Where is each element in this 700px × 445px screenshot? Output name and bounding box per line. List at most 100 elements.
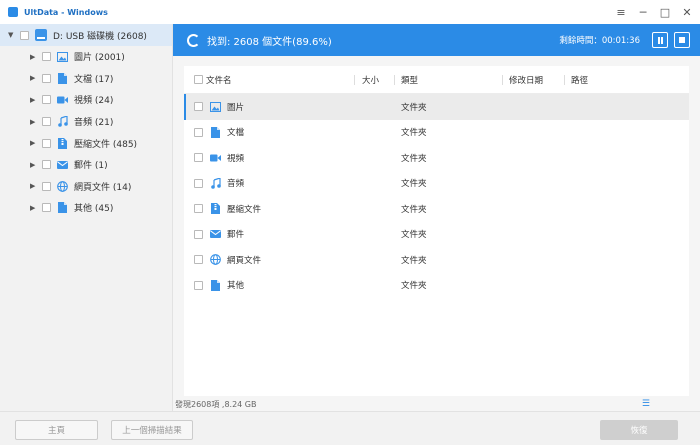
chevron-right-icon[interactable]: ▶ <box>30 74 40 82</box>
row-checkbox[interactable] <box>194 178 203 188</box>
previous-scan-button[interactable]: 上一個掃描結果 <box>111 420 193 440</box>
row-type: 文件夾 <box>401 128 427 139</box>
col-date[interactable]: 修改日期 <box>509 74 543 86</box>
sidebar-item[interactable]: ▶ 郵件 (1) <box>0 154 172 176</box>
video-icon <box>210 152 221 163</box>
root-checkbox[interactable] <box>20 30 29 40</box>
chevron-right-icon[interactable]: ▶ <box>30 139 40 147</box>
pause-button[interactable] <box>652 32 668 48</box>
image-icon <box>57 51 68 62</box>
row-type: 文件夾 <box>401 281 427 292</box>
sidebar-item[interactable]: ▶ 視頻 (24) <box>0 89 172 111</box>
row-type: 文件夾 <box>401 153 427 164</box>
app-logo <box>8 7 18 17</box>
archive-icon <box>210 203 221 215</box>
row-name: 郵件 <box>227 230 245 241</box>
close-icon[interactable]: ✕ <box>678 3 696 21</box>
sidebar-item[interactable]: ▶ 文檔 (17) <box>0 68 172 90</box>
item-checkbox[interactable] <box>42 117 51 127</box>
table-row[interactable]: 音頻 文件夾 <box>184 171 689 197</box>
menu-icon[interactable]: ≡ <box>612 3 630 21</box>
other-file-icon <box>57 202 68 214</box>
usb-drive-icon <box>35 29 47 41</box>
row-type: 文件夾 <box>401 102 427 113</box>
found-count: 找到: 2608 個文件(89.6%) <box>207 36 332 48</box>
row-name: 文檔 <box>227 128 245 139</box>
sidebar-item[interactable]: ▶ 其他 (45) <box>0 197 172 219</box>
recover-button[interactable]: 恢復 <box>600 420 678 440</box>
stop-button[interactable] <box>674 32 690 48</box>
row-name: 視頻 <box>227 153 245 164</box>
row-checkbox[interactable] <box>194 229 203 239</box>
sidebar-item[interactable]: ▶ 壓縮文件 (485) <box>0 132 172 154</box>
chevron-down-icon[interactable]: ▼ <box>8 31 18 39</box>
remaining-time: 剩餘時間：00:01:36 <box>559 36 640 46</box>
table-row[interactable]: 圖片 文件夾 <box>184 94 689 120</box>
row-name: 圖片 <box>227 102 245 113</box>
row-checkbox[interactable] <box>194 255 203 265</box>
row-name: 音頻 <box>227 179 245 190</box>
item-checkbox[interactable] <box>42 52 51 62</box>
table-row[interactable]: 視頻 文件夾 <box>184 145 689 171</box>
file-rows: 圖片 文件夾 文檔 文件夾 視頻 文件夾 音頻 文件夾 壓縮文件 文件夾 郵件 文件夾 網頁文件 文件夾其… <box>184 94 689 298</box>
table-row[interactable]: 壓縮文件 文件夾 <box>184 196 689 222</box>
mail-icon <box>57 159 68 170</box>
music-icon <box>57 116 68 127</box>
window-title: UltData - Windows <box>24 7 108 17</box>
item-checkbox[interactable] <box>42 181 51 191</box>
chevron-right-icon[interactable]: ▶ <box>30 118 40 126</box>
window-controls: ≡ ─ □ ✕ <box>612 0 696 24</box>
chevron-right-icon[interactable]: ▶ <box>30 204 40 212</box>
row-name: 壓縮文件 <box>227 204 262 215</box>
sidebar-item[interactable]: ▶ 網頁文件 (14) <box>0 176 172 198</box>
status-text: 發現2608項 ,8.24 GB <box>175 399 257 409</box>
table-row[interactable]: 文檔 文件夾 <box>184 120 689 146</box>
status-bar: 發現2608項 ,8.24 GB ☰ <box>173 397 700 411</box>
archive-icon <box>57 137 68 149</box>
select-all-checkbox[interactable] <box>194 75 203 84</box>
table-row[interactable]: 網頁文件 文件夾 <box>184 247 689 273</box>
chevron-right-icon[interactable]: ▶ <box>30 182 40 190</box>
item-checkbox[interactable] <box>42 73 51 83</box>
home-button[interactable]: 主頁 <box>15 420 98 440</box>
chevron-right-icon[interactable]: ▶ <box>30 161 40 169</box>
sidebar-item[interactable]: ▶ 音頻 (21) <box>0 111 172 133</box>
table-row[interactable]: 其他 文件夾 <box>184 273 689 299</box>
sidebar-item-label: 圖片 (2001) <box>74 53 125 64</box>
col-name[interactable]: 文件名 <box>206 74 232 86</box>
row-checkbox[interactable] <box>194 280 203 290</box>
root-label: D: USB 磁碟機 (2608) <box>53 31 147 42</box>
item-checkbox[interactable] <box>42 138 51 148</box>
pause-icon <box>657 36 663 44</box>
row-checkbox[interactable] <box>194 127 203 137</box>
music-icon <box>210 177 221 189</box>
sidebar-item[interactable]: ▶ 圖片 (2001) <box>0 46 172 68</box>
title-bar: UltData - Windows ≡ ─ □ ✕ <box>0 0 700 24</box>
item-checkbox[interactable] <box>42 95 51 105</box>
item-checkbox[interactable] <box>42 203 51 213</box>
row-checkbox[interactable] <box>194 102 203 112</box>
chevron-right-icon[interactable]: ▶ <box>30 96 40 104</box>
bottom-bar: 主頁 上一個掃描結果 恢復 <box>0 411 700 445</box>
col-path[interactable]: 路徑 <box>571 74 588 86</box>
sidebar-item-label: 文檔 (17) <box>74 74 114 85</box>
row-checkbox[interactable] <box>194 153 203 163</box>
maximize-icon[interactable]: □ <box>656 3 674 21</box>
sidebar-item-label: 其他 (45) <box>74 204 114 215</box>
col-divider <box>354 75 355 85</box>
table-row[interactable]: 郵件 文件夾 <box>184 222 689 248</box>
col-type[interactable]: 類型 <box>401 74 418 86</box>
col-size[interactable]: 大小 <box>362 74 379 86</box>
list-view-icon[interactable]: ☰ <box>642 399 650 409</box>
row-checkbox[interactable] <box>194 204 203 214</box>
document-icon <box>57 72 68 84</box>
scan-banner: 找到: 2608 個文件(89.6%) 剩餘時間：00:01:36 <box>173 24 700 56</box>
tree-root-drive[interactable]: ▼ D: USB 磁碟機 (2608) <box>0 24 172 46</box>
col-divider <box>564 75 565 85</box>
image-icon <box>210 101 221 112</box>
minimize-icon[interactable]: ─ <box>634 3 652 21</box>
sidebar-item-label: 視頻 (24) <box>74 96 114 107</box>
web-icon <box>210 254 221 266</box>
chevron-right-icon[interactable]: ▶ <box>30 53 40 61</box>
item-checkbox[interactable] <box>42 160 51 170</box>
